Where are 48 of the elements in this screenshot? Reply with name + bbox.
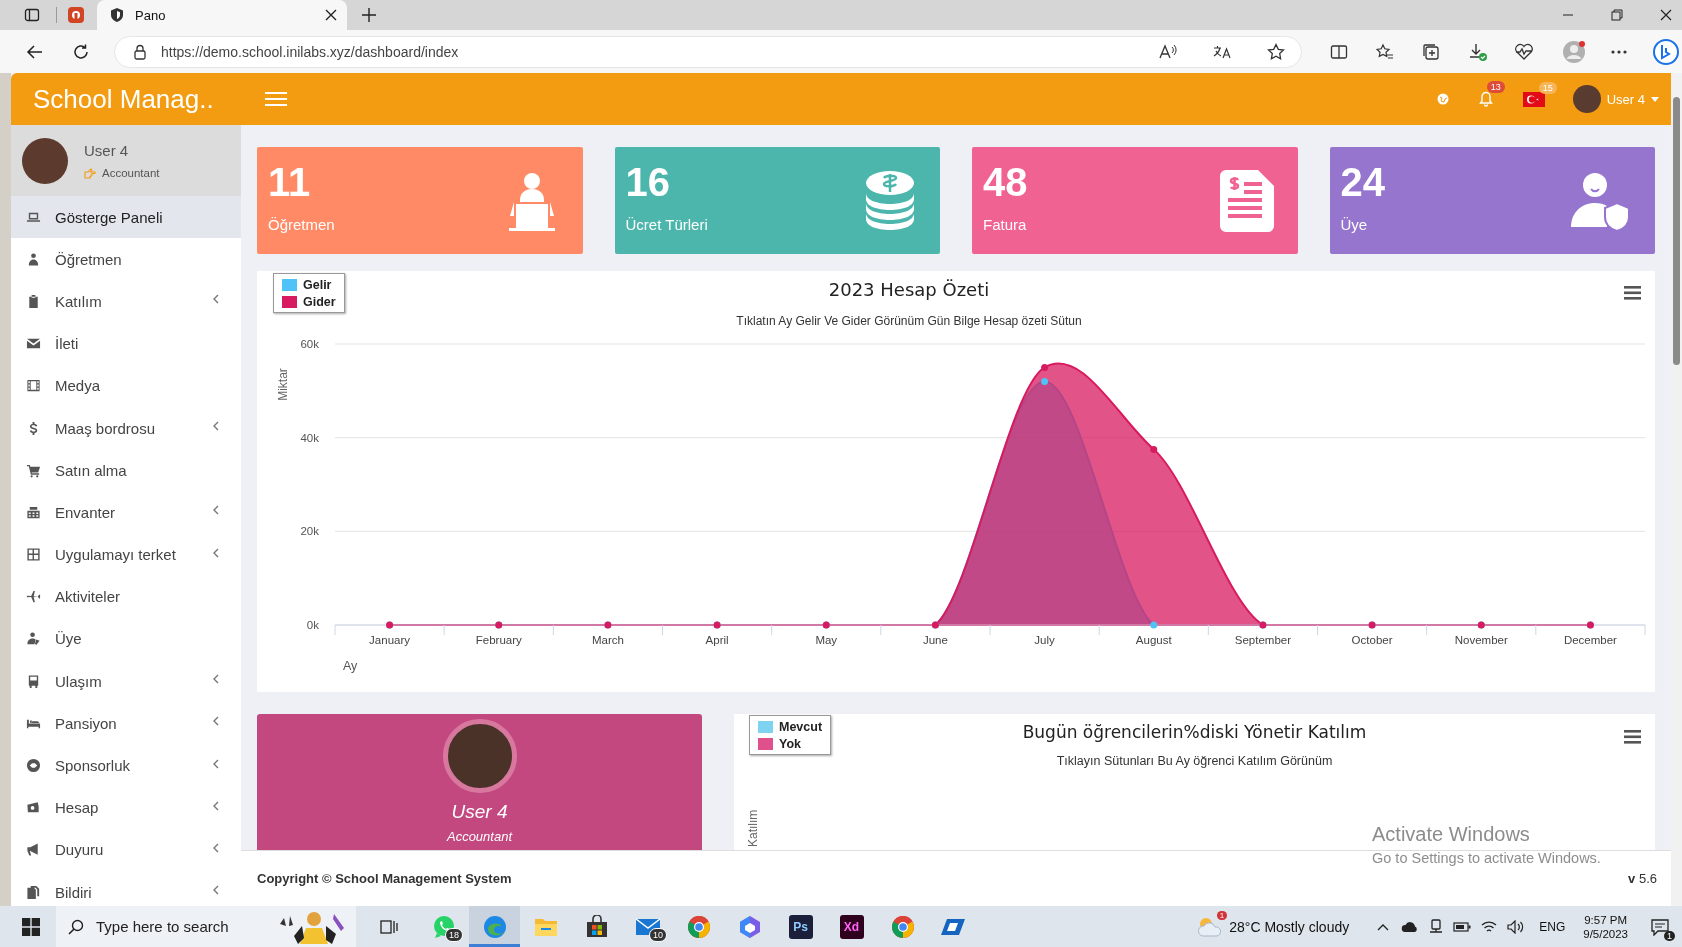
weather-badge: 1 xyxy=(1216,910,1228,920)
user-role: Accountant xyxy=(102,167,160,179)
x-axis-title: Ay xyxy=(343,659,358,673)
x-tick-label: April xyxy=(705,634,729,646)
app-logo-text: Ps xyxy=(788,914,813,939)
activation-text: Go to Settings to activate Windows. xyxy=(1372,850,1601,866)
stat-value: 24 xyxy=(1340,162,1385,202)
x-tick-label: November xyxy=(1454,634,1508,646)
chart-title: 2023 Hesap Özeti xyxy=(828,279,990,300)
user-name: User 4 xyxy=(84,142,130,159)
y-axis-title: Miktar xyxy=(276,368,290,401)
activation-title: Activate Windows xyxy=(1372,823,1531,846)
y-axis-title: Katılım xyxy=(746,808,760,849)
notification-badge: 1 xyxy=(1664,930,1675,941)
x-tick-label: August xyxy=(1135,634,1172,646)
x-tick-label: December xyxy=(1563,634,1617,646)
chart-subtitle: Tıklatın Ay Gelir Ve Gider Görünüm Gün Bilge Hesap özeti Sütun xyxy=(736,314,1082,328)
x-tick-label: September xyxy=(1234,634,1292,646)
x-tick-label: May xyxy=(815,634,838,646)
count-badge: 18 xyxy=(445,928,463,942)
y-tick-label: 40k xyxy=(300,431,319,444)
stat-value: 48 xyxy=(983,162,1028,202)
stat-label: Ücret Türleri xyxy=(625,216,708,233)
app-logo-text: Xd xyxy=(839,914,864,939)
x-tick-label: October xyxy=(1351,634,1393,646)
profile-name: User 4 xyxy=(451,801,508,823)
chart-title: Bugün öğrencilerin%diski Yönetir Katılım xyxy=(1022,722,1367,742)
x-tick-label: January xyxy=(369,634,411,646)
count-badge: 15 xyxy=(1538,81,1557,94)
stat-label: Öğretmen xyxy=(268,216,335,233)
stat-value: 11 xyxy=(268,162,312,202)
url-text: https://demo.school.inilabs.xyz/dashboard/index xyxy=(161,43,459,60)
stat-value: 16 xyxy=(625,162,671,202)
count-badge: 10 xyxy=(649,928,667,942)
notification-badge: 13 xyxy=(1486,81,1505,93)
chart-subtitle: Tıklayın Sütunları Bu Ay öğrenci Katılım Görünüm xyxy=(1056,754,1333,768)
copyright-text: Copyright © School Management System xyxy=(257,871,512,886)
x-tick-label: July xyxy=(1034,634,1055,646)
x-tick-label: June xyxy=(922,634,948,646)
y-tick-label: 20k xyxy=(300,525,319,538)
x-tick-label: March xyxy=(591,634,624,646)
x-tick-label: February xyxy=(475,634,522,646)
stat-label: Fatura xyxy=(983,216,1028,233)
profile-role: Accountant xyxy=(446,829,512,844)
y-tick-label: 0k xyxy=(306,619,319,631)
stat-label: Üye xyxy=(1340,216,1369,233)
version-text: v 5.6 xyxy=(1628,871,1657,886)
y-tick-label: 60k xyxy=(300,338,319,350)
